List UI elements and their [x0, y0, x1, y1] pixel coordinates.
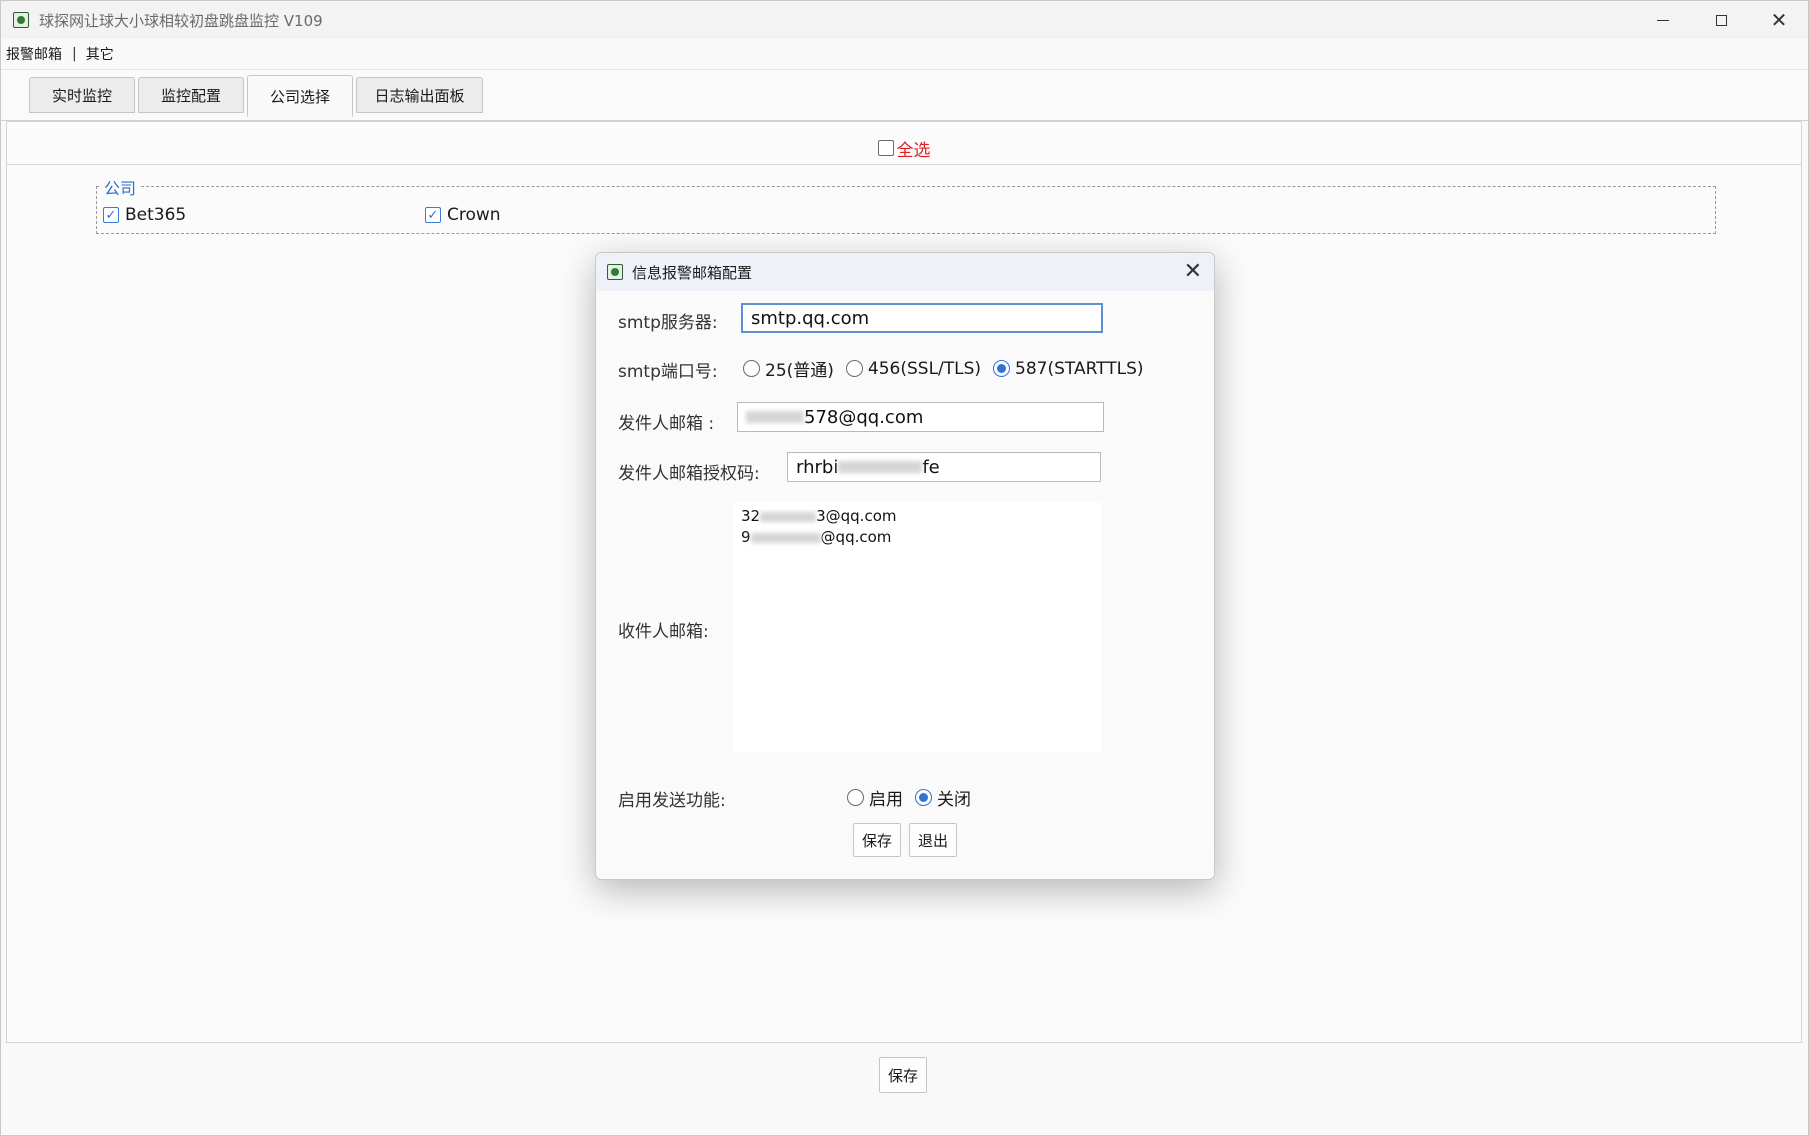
tab-realtime-monitor[interactable]: 实时监控 [29, 77, 135, 113]
recipient-prefix: 32 [741, 507, 761, 525]
auth-code-label: 发件人邮箱授权码: [618, 464, 760, 484]
sender-email-input[interactable]: 578@qq.com [737, 402, 1104, 432]
menu-bar: 报警邮箱 | 其它 [1, 39, 1808, 69]
window-controls: ✕ [1634, 1, 1808, 39]
menu-item-alarm-email[interactable]: 报警邮箱 [1, 44, 68, 64]
port-option-label: 587(STARTTLS) [1015, 358, 1144, 379]
dialog-title: 信息报警邮箱配置 [632, 263, 753, 282]
tab-company-select[interactable]: 公司选择 [247, 75, 353, 117]
company-save-button[interactable]: 保存 [879, 1057, 927, 1093]
redacted-text [760, 511, 817, 522]
port-option-label: 25(普通) [765, 361, 834, 381]
minimize-button[interactable] [1634, 1, 1692, 39]
dialog-title-bar: 信息报警邮箱配置 ✕ [596, 253, 1214, 291]
minimize-icon [1657, 19, 1669, 21]
smtp-port-label: smtp端口号: [618, 362, 718, 382]
maximize-icon [1715, 14, 1727, 26]
company-name: Bet365 [125, 205, 187, 225]
recipient-prefix: 9 [741, 528, 751, 546]
send-option-label: 启用 [869, 790, 903, 810]
dialog-exit-button[interactable]: 退出 [909, 823, 957, 857]
port-option-456[interactable]: 456(SSL/TLS) [845, 358, 982, 379]
send-enable-label: 启用发送功能: [618, 791, 726, 811]
checkbox-crown[interactable]: ✓ [425, 207, 441, 223]
recipient-line: 32 3@qq.com [741, 506, 1093, 527]
main-window: 球探网让球大小球相较初盘跳盘监控 V109 ✕ 报警邮箱 | 其它 实时监控 监… [0, 0, 1809, 1136]
sender-email-label: 发件人邮箱 : [618, 414, 715, 434]
select-all-label[interactable]: 全选 [897, 136, 931, 161]
recipients-label: 收件人邮箱: [618, 622, 709, 642]
send-option-enable[interactable]: 启用 [847, 785, 903, 810]
redacted-text [838, 461, 923, 473]
tab-monitor-config[interactable]: 监控配置 [138, 77, 244, 113]
close-icon: ✕ [1770, 8, 1788, 32]
dialog-app-icon [607, 264, 623, 280]
title-bar: 球探网让球大小球相较初盘跳盘监控 V109 ✕ [1, 1, 1808, 39]
port-option-25[interactable]: 25(普通) [743, 356, 834, 381]
redacted-text [746, 411, 804, 423]
send-enable-options: 启用 关闭 [847, 785, 983, 810]
recipient-suffix: 3@qq.com [816, 507, 897, 525]
maximize-button[interactable] [1692, 1, 1750, 39]
send-option-disable[interactable]: 关闭 [915, 785, 971, 810]
company-name: Crown [447, 205, 501, 225]
redacted-text [750, 532, 821, 543]
radio-port-587[interactable] [993, 360, 1011, 377]
dialog-close-icon[interactable]: ✕ [1184, 259, 1202, 284]
tab-log-panel[interactable]: 日志输出面板 [356, 77, 483, 113]
company-group-label: 公司 [101, 175, 140, 199]
send-option-label: 关闭 [937, 790, 971, 810]
auth-code-prefix: rhrbi [796, 456, 839, 478]
radio-disable[interactable] [915, 789, 932, 806]
radio-port-25[interactable] [743, 360, 760, 377]
menu-item-other[interactable]: 其它 [81, 44, 120, 64]
company-item-crown[interactable]: ✓ Crown [425, 205, 501, 225]
window-title: 球探网让球大小球相较初盘跳盘监控 V109 [39, 11, 323, 30]
port-option-587[interactable]: 587(STARTTLS) [993, 359, 1144, 379]
close-button[interactable]: ✕ [1750, 1, 1808, 39]
checkbox-bet365[interactable]: ✓ [103, 207, 119, 223]
recipient-suffix: @qq.com [820, 528, 892, 546]
smtp-port-options: 25(普通) 456(SSL/TLS) 587(STARTTLS) [743, 356, 1156, 381]
auth-code-input[interactable]: rhrbi fe [787, 452, 1101, 482]
smtp-server-input[interactable]: smtp.qq.com [741, 303, 1103, 333]
sender-email-text: 578@qq.com [804, 406, 924, 428]
recipients-textarea[interactable]: 32 3@qq.com 9 @qq.com [733, 502, 1101, 752]
dialog-save-button[interactable]: 保存 [853, 823, 901, 857]
port-option-label: 456(SSL/TLS) [867, 358, 982, 379]
radio-port-456[interactable] [845, 360, 863, 377]
company-groupbox: 公司 ✓ Bet365 ✓ Crown [96, 175, 1716, 234]
auth-code-suffix: fe [922, 456, 940, 478]
menu-separator: | [72, 46, 77, 62]
smtp-server-label: smtp服务器: [618, 313, 718, 333]
select-all-row[interactable]: 全选 [7, 136, 1801, 161]
recipient-line: 9 @qq.com [741, 527, 1093, 548]
company-item-bet365[interactable]: ✓ Bet365 [103, 205, 186, 225]
tab-strip: 实时监控 监控配置 公司选择 日志输出面板 [1, 69, 1808, 121]
app-icon [13, 12, 29, 28]
email-config-dialog: 信息报警邮箱配置 ✕ smtp服务器: smtp.qq.com smtp端口号:… [595, 252, 1215, 880]
select-all-checkbox[interactable] [877, 140, 894, 156]
radio-enable[interactable] [847, 789, 864, 806]
